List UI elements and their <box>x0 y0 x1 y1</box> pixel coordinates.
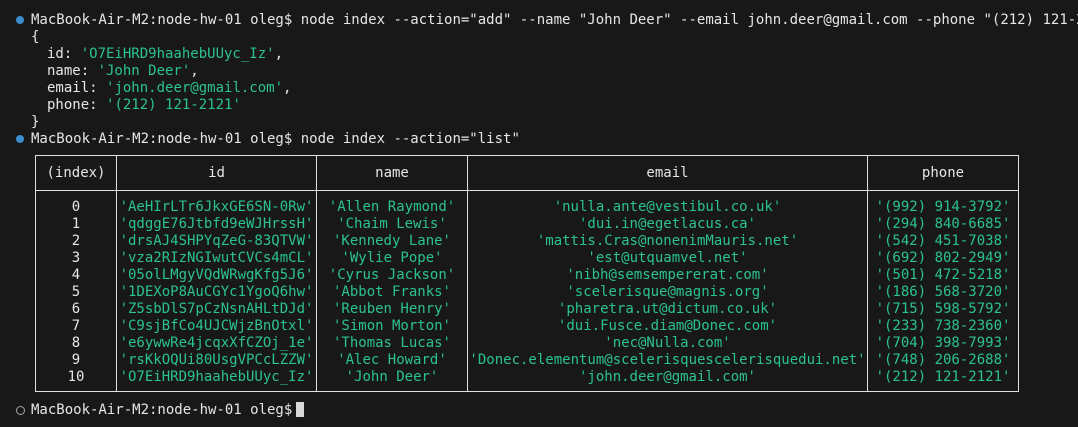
cell-phone: '(992) 914-3792' <box>875 199 1011 215</box>
table-header-divider <box>36 190 1018 191</box>
cell-email: 'nec@Nulla.com' <box>604 335 731 351</box>
cell-id: '05olLMgyVQdWRwgKfg5J6' <box>119 267 314 283</box>
cell-index: 7 <box>71 318 81 334</box>
cell-email: 'est@utquamvel.net' <box>587 250 748 266</box>
cell-name: 'Chaim Lewis' <box>337 216 447 232</box>
cell-index: 4 <box>71 267 81 283</box>
cell-id: 'C9sjBfCo4UJCWjzBnOtxl' <box>119 318 314 334</box>
cell-name: 'Reuben Henry' <box>332 301 451 317</box>
json-value: 'john.deer@gmail.com' <box>106 80 284 96</box>
cell-email: 'mattis.Cras@nonenimMauris.net' <box>536 233 799 249</box>
cell-index: 3 <box>71 250 81 266</box>
json-value: 'John Deer' <box>97 63 191 79</box>
cell-phone: '(233) 738-2360' <box>875 318 1011 334</box>
command-status-dot-icon <box>16 135 24 143</box>
prompt-text: MacBook-Air-M2:node-hw-01 oleg$ <box>31 12 293 28</box>
cell-email: 'dui.Fusce.diam@Donec.com' <box>557 318 778 334</box>
json-suffix: , <box>274 46 284 62</box>
cell-id: 'e6ywwRe4jcqxXfCZOj_1e' <box>119 335 314 351</box>
cell-index: 5 <box>71 284 81 300</box>
cell-name: 'Abbot Franks' <box>332 284 451 300</box>
json-field-line: phone: '(212) 121-2121' <box>47 97 241 114</box>
json-field-line: email: 'john.deer@gmail.com', <box>47 80 291 97</box>
cell-email: 'Donec.elementum@scelerisquescelerisqued… <box>469 352 866 368</box>
cell-phone: '(186) 568-3720' <box>875 284 1011 300</box>
cell-name: 'John Deer' <box>345 369 439 385</box>
json-suffix: , <box>283 80 292 96</box>
cell-index: 1 <box>71 216 81 232</box>
cell-phone: '(542) 451-7038' <box>875 233 1011 249</box>
cell-id: 'rsKkOQUi80UsgVPCcLZZW' <box>119 352 314 368</box>
cell-name: 'Simon Morton' <box>332 318 451 334</box>
cell-id: '1DEXoP8AuCGYc1YgoQ6hw' <box>119 284 314 300</box>
cell-id: 'Z5sbDlS7pCzNsnAHLtDJd' <box>119 301 314 317</box>
json-key: id: <box>47 46 81 62</box>
cell-index: 2 <box>71 233 81 249</box>
cursor-icon <box>296 402 305 417</box>
active-prompt-dot-icon <box>16 406 25 415</box>
command-text: node index --action="list" <box>300 131 520 147</box>
cell-index: 0 <box>71 199 81 215</box>
cell-phone: '(704) 398-7993' <box>875 335 1011 351</box>
cell-email: 'nibh@semsempererat.com' <box>566 267 769 283</box>
json-field-line: name: 'John Deer', <box>47 63 199 80</box>
command-text: node index --action="add" --name "John D… <box>300 12 1078 28</box>
json-key: email: <box>47 80 107 96</box>
cell-name: 'Kennedy Lane' <box>332 233 451 249</box>
table-header-phone: phone <box>921 165 965 181</box>
cell-email: 'scelerisque@magnis.org' <box>566 284 769 300</box>
cell-phone: '(294) 840-6685' <box>875 216 1011 232</box>
json-open-brace: { <box>31 29 40 45</box>
cell-name: 'Alec Howard' <box>337 352 447 368</box>
cell-id: 'qdggE76Jtbfd9eWJHrssH' <box>119 216 314 232</box>
table-header-email: email <box>646 165 689 181</box>
cell-email: 'dui.in@egetlacus.ca' <box>578 216 756 232</box>
console-table: (index) id name email phone 0 'AeHIrLTr6J… <box>35 155 1019 392</box>
json-key: name: <box>47 63 98 79</box>
cell-name: 'Allen Raymond' <box>328 199 456 215</box>
cell-id: 'AeHIrLTr6JkxGE6SN-0Rw' <box>119 199 314 215</box>
cell-phone: '(692) 802-2949' <box>875 250 1011 266</box>
cell-phone: '(212) 121-2121' <box>875 369 1011 385</box>
cell-index: 9 <box>71 352 81 368</box>
cell-phone: '(501) 472-5218' <box>875 267 1011 283</box>
prompt-text: MacBook-Air-M2:node-hw-01 oleg$ <box>31 402 293 418</box>
cell-phone: '(748) 206-2688' <box>875 352 1011 368</box>
json-suffix: , <box>190 63 199 79</box>
cell-index: 8 <box>71 335 81 351</box>
table-header-id: id <box>208 165 225 181</box>
json-key: phone: <box>47 97 107 113</box>
cell-email: 'nulla.ante@vestibul.co.uk' <box>553 199 782 215</box>
cell-id: 'drsAJ4SHPYqZeG-83QTVW' <box>119 233 314 249</box>
cell-index: 10 <box>67 369 85 385</box>
command-line-list: MacBook-Air-M2:node-hw-01 oleg$ node ind… <box>31 131 520 148</box>
json-close-brace: } <box>31 114 40 130</box>
cell-name: 'Wylie Pope' <box>341 250 443 266</box>
prompt-text: MacBook-Air-M2:node-hw-01 oleg$ <box>31 131 293 147</box>
cell-phone: '(715) 598-5792' <box>875 301 1011 317</box>
table-header-name: name <box>375 165 409 181</box>
cell-id: 'vza2RIzNGIwutCVCs4mCL' <box>119 250 314 266</box>
command-status-dot-icon <box>16 16 24 24</box>
table-header-index: (index) <box>46 165 106 181</box>
cell-id: 'O7EiHRD9haahebUUyc_Iz' <box>119 369 314 385</box>
json-value: '(212) 121-2121' <box>106 97 241 113</box>
cell-email: 'pharetra.ut@dictum.co.uk' <box>557 301 778 317</box>
active-prompt-line[interactable]: MacBook-Air-M2:node-hw-01 oleg$ <box>31 402 305 419</box>
cell-name: 'Cyrus Jackson' <box>328 267 456 283</box>
json-value: 'O7EiHRD9haahebUUyc_Iz' <box>80 46 275 62</box>
cell-name: 'Thomas Lucas' <box>332 335 451 351</box>
command-line-add: MacBook-Air-M2:node-hw-01 oleg$ node ind… <box>31 12 1078 29</box>
cell-index: 6 <box>71 301 81 317</box>
json-field-line: id: 'O7EiHRD9haahebUUyc_Iz', <box>47 46 283 63</box>
cell-email: 'john.deer@gmail.com' <box>578 369 756 385</box>
